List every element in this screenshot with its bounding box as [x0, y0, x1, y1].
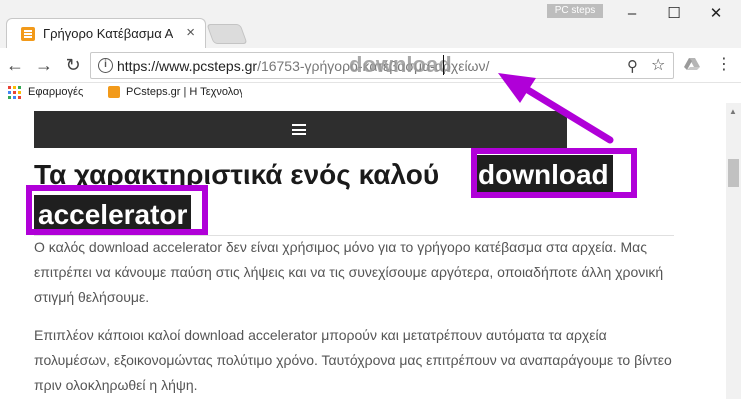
pcsteps-bookmark-label[interactable]: PCsteps.gr | Η Τεχνολογία	[126, 86, 242, 98]
url-host: https://www.pcsteps.gr	[117, 58, 258, 74]
drive-extension-icon[interactable]	[684, 58, 700, 70]
url-drag-overlay: download	[349, 52, 452, 77]
apps-bookmark-label[interactable]: Εφαρμογές	[28, 86, 83, 98]
annotation-box-accelerator	[26, 185, 208, 235]
back-button[interactable]: ←	[4, 54, 26, 76]
new-tab-button[interactable]	[206, 24, 248, 44]
pcsteps-bookmark-icon	[108, 86, 120, 98]
browser-menu-icon[interactable]: ⋮	[716, 54, 732, 76]
bookmark-star-icon[interactable]: ☆	[651, 55, 665, 75]
reload-button[interactable]: ↻	[62, 54, 84, 76]
profile-badge: PC steps	[547, 4, 603, 18]
article-paragraph-1: Ο καλός download accelerator δεν είναι χ…	[34, 239, 664, 305]
apps-grid-icon[interactable]	[8, 86, 22, 100]
site-header-bar	[34, 111, 567, 148]
annotation-box-download	[471, 148, 637, 198]
hamburger-menu-icon[interactable]	[292, 124, 306, 135]
address-bar[interactable]: i https://www.pcsteps.gr/16753-γρήγορο-κ…	[90, 52, 674, 79]
active-tab[interactable]: Γρήγορο Κατέβασμα Αρχείων ×	[6, 18, 206, 48]
browser-window: Γρήγορο Κατέβασμα Αρχείων × PC steps – ☐…	[0, 0, 741, 399]
window-close-button[interactable]: ✕	[698, 2, 734, 26]
vertical-scrollbar[interactable]: ▲	[726, 103, 741, 399]
zoom-icon[interactable]: ⚲	[627, 57, 638, 75]
tab-close-icon[interactable]: ×	[186, 24, 195, 41]
tab-title: Γρήγορο Κατέβασμα Αρχείων	[43, 26, 173, 41]
scroll-up-arrow-icon[interactable]: ▲	[729, 107, 737, 116]
text-caret	[443, 55, 444, 75]
window-maximize-button[interactable]: ☐	[656, 2, 692, 26]
scroll-thumb[interactable]	[728, 159, 739, 187]
window-minimize-button[interactable]: –	[614, 2, 650, 26]
bookmarks-bar: Εφαρμογές PCsteps.gr | Η Τεχνολογία	[0, 83, 741, 103]
tab-strip: Γρήγορο Κατέβασμα Αρχείων × PC steps – ☐…	[0, 0, 741, 48]
page-viewport: Τα χαρακτηριστικά ενός καλού download ac…	[0, 103, 726, 399]
article-paragraph-2: Επιπλέον κάποιοι καλοί download accelera…	[34, 327, 672, 393]
browser-toolbar: ← → ↻ i https://www.pcsteps.gr/16753-γρή…	[0, 48, 741, 83]
forward-button[interactable]: →	[33, 54, 55, 76]
pcsteps-favicon-icon	[21, 27, 35, 41]
site-info-icon[interactable]: i	[98, 58, 113, 73]
